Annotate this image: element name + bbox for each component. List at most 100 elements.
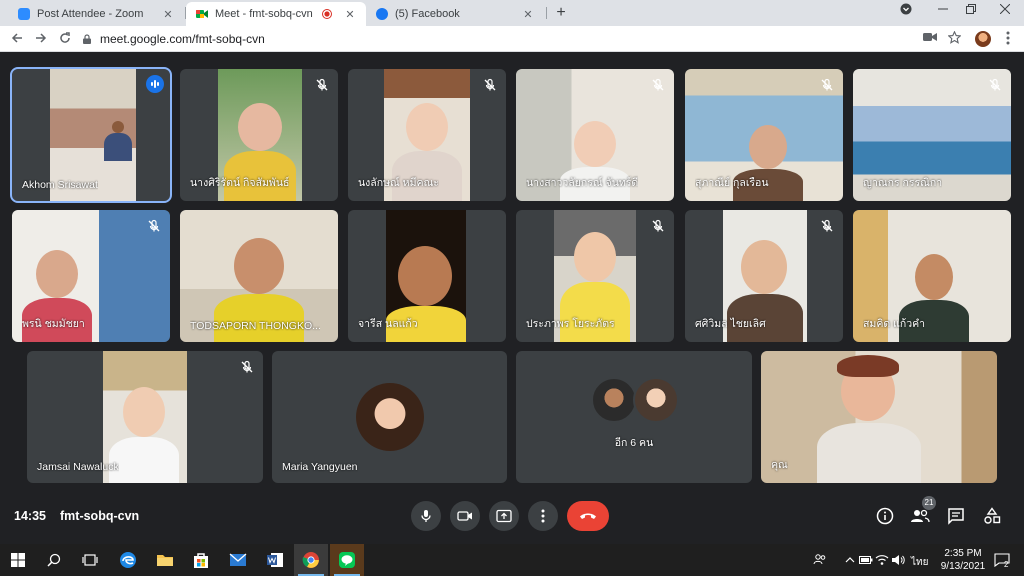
leave-call-button[interactable] — [567, 501, 609, 531]
participant-name: คุณ — [771, 459, 788, 471]
participant-tile[interactable]: Maria Yangyuen — [272, 351, 507, 483]
participant-avatar — [356, 383, 424, 451]
tab-close-icon[interactable]: ✕ — [162, 8, 174, 21]
participant-tile[interactable]: นางศิริรัตน์ กิจสัมพันธ์ — [180, 69, 338, 201]
participant-tile[interactable]: ประภาพร โยระภัตร — [516, 210, 674, 342]
participant-avatar — [633, 377, 679, 423]
tab-facebook[interactable]: (5) Facebook ✕ — [366, 2, 544, 26]
camera-in-use-icon[interactable] — [922, 31, 938, 47]
chat-icon — [948, 508, 964, 525]
meeting-code: fmt-sobq-cvn — [60, 509, 140, 523]
mic-off-icon — [484, 78, 496, 91]
word-icon[interactable] — [265, 550, 285, 570]
restore-icon[interactable] — [960, 3, 982, 17]
self-view-tile[interactable]: คุณ — [761, 351, 997, 483]
mic-off-icon — [241, 360, 253, 373]
reload-button[interactable] — [56, 30, 74, 48]
bookmark-star-icon[interactable] — [946, 30, 962, 47]
tab-title: Post Attendee - Zoom — [37, 8, 144, 20]
mic-off-icon — [652, 219, 664, 232]
participant-name: นงลักษณ์ หมีคณะ — [358, 177, 439, 189]
participant-tile[interactable]: ศศิวิมล ไชยเลิศ — [685, 210, 843, 342]
forward-button[interactable] — [32, 30, 50, 48]
windows-start-icon[interactable] — [8, 550, 28, 570]
participant-name: Maria Yangyuen — [282, 461, 358, 473]
camera-button[interactable] — [450, 501, 480, 531]
participant-tile[interactable]: นงลักษณ์ หมีคณะ — [348, 69, 506, 201]
new-tab-button[interactable]: + — [552, 4, 570, 22]
more-participants-tile[interactable]: อีก 6 คน — [516, 351, 752, 483]
notification-count: 2 — [1004, 560, 1009, 569]
windows-taskbar: ไทย 2:35 PM 9/13/2021 2 — [0, 544, 1024, 576]
store-icon[interactable] — [191, 550, 211, 570]
meeting-clock: 14:35 — [14, 509, 46, 523]
hang-up-icon — [580, 513, 596, 519]
participant-name: สุภาณีย์ กุลเรือน — [695, 177, 769, 189]
self-video — [761, 351, 997, 483]
participant-tile[interactable]: พรนิ ชมมัชยา — [12, 210, 170, 342]
participant-tile[interactable]: นางสาววลัยกรณ์ จันทร์ดี — [516, 69, 674, 201]
participant-avatar — [591, 377, 637, 423]
profile-avatar[interactable] — [975, 31, 991, 47]
tab-close-icon[interactable]: ✕ — [344, 8, 356, 21]
recording-icon — [322, 9, 332, 19]
participant-tile[interactable]: ญาณกร กรรณิกา — [853, 69, 1011, 201]
volume-icon[interactable] — [888, 550, 908, 570]
people-tray-icon[interactable] — [810, 550, 830, 570]
close-window-icon[interactable] — [994, 3, 1016, 17]
line-app-icon — [337, 550, 357, 570]
participant-name: สมคิด แก้วคำ — [863, 318, 926, 330]
camera-icon — [457, 511, 472, 521]
mic-off-icon — [821, 219, 833, 232]
participant-name: นางสาววลัยกรณ์ จันทร์ดี — [526, 177, 639, 189]
participant-name: Akhom Srisawat — [22, 179, 98, 191]
chrome-taskbar-button[interactable] — [294, 544, 328, 576]
taskbar-clock-date[interactable]: 9/13/2021 — [940, 561, 986, 572]
tab-search-icon[interactable] — [895, 3, 917, 18]
browser-menu-icon[interactable] — [1000, 31, 1016, 47]
tab-separator — [546, 7, 547, 19]
edge-icon[interactable] — [118, 550, 138, 570]
participant-name: นางศิริรัตน์ กิจสัมพันธ์ — [190, 177, 290, 189]
input-language-indicator[interactable]: ไทย — [911, 555, 928, 570]
participant-name: จารีส นลแก้ว — [358, 318, 418, 330]
participant-tile[interactable]: TODSAPORN THONGKO... — [180, 210, 338, 342]
participant-tile[interactable]: จารีส นลแก้ว — [348, 210, 506, 342]
microphone-button[interactable] — [411, 501, 441, 531]
chat-button[interactable] — [946, 506, 966, 526]
participant-name: TODSAPORN THONGKO... — [190, 320, 320, 332]
meeting-details-button[interactable] — [875, 506, 895, 526]
present-screen-icon — [496, 509, 512, 523]
mic-off-icon — [821, 78, 833, 91]
back-button[interactable] — [8, 30, 26, 48]
participant-tile[interactable]: สมคิด แก้วคำ — [853, 210, 1011, 342]
mail-icon[interactable] — [228, 550, 248, 570]
mic-off-icon — [989, 78, 1001, 91]
tab-close-icon[interactable]: ✕ — [522, 8, 534, 21]
url-field[interactable]: meet.google.com/fmt-sobq-cvn — [82, 29, 972, 49]
browser-tab-strip: Post Attendee - Zoom ✕ Meet - fmt-sobq-c… — [0, 0, 1024, 26]
lock-icon — [83, 34, 91, 44]
tab-zoom[interactable]: Post Attendee - Zoom ✕ — [8, 2, 184, 26]
tab-title: Meet - fmt-sobq-cvn — [215, 8, 313, 20]
participant-name: ศศิวิมล ไชยเลิศ — [695, 318, 766, 330]
minimize-icon[interactable] — [932, 3, 954, 17]
line-taskbar-button[interactable] — [330, 544, 364, 576]
people-icon — [911, 509, 930, 523]
activities-icon — [984, 507, 1001, 524]
search-icon[interactable] — [44, 550, 64, 570]
participant-tile[interactable]: Akhom Srisawat — [10, 67, 172, 203]
task-view-icon[interactable] — [80, 550, 100, 570]
mic-off-icon — [148, 219, 160, 232]
tab-meet[interactable]: Meet - fmt-sobq-cvn ✕ — [186, 2, 366, 26]
activities-button[interactable] — [982, 506, 1002, 526]
present-screen-button[interactable] — [489, 501, 519, 531]
tab-title: (5) Facebook — [395, 8, 460, 20]
taskbar-clock-time[interactable]: 2:35 PM — [942, 548, 984, 559]
participant-tile[interactable]: สุภาณีย์ กุลเรือน — [685, 69, 843, 201]
notification-center-icon[interactable] — [992, 550, 1012, 570]
speaking-indicator-icon — [146, 75, 164, 93]
participant-tile[interactable]: Jamsai Nawaluck — [27, 351, 263, 483]
file-explorer-icon[interactable] — [155, 550, 175, 570]
more-options-button[interactable] — [528, 501, 558, 531]
